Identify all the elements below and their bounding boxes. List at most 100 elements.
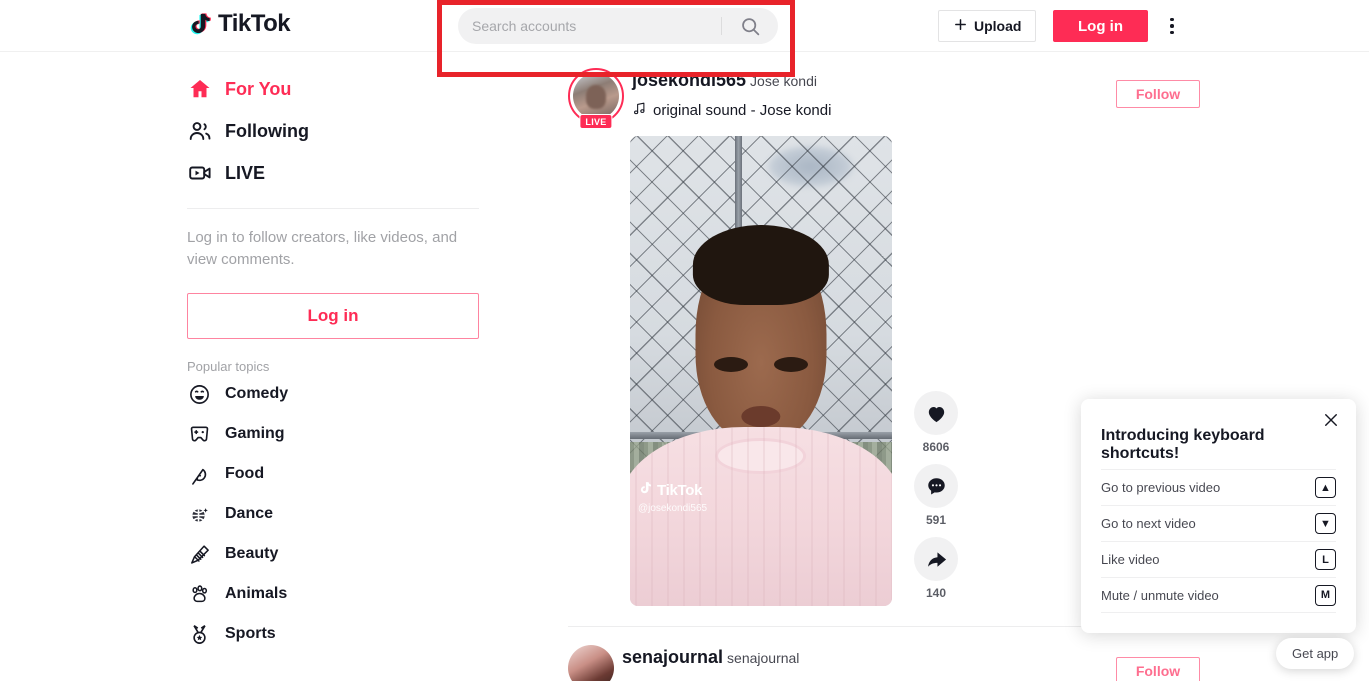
sidebar-item-following[interactable]: Following bbox=[187, 110, 479, 152]
shortcut-label: Go to previous video bbox=[1101, 480, 1221, 495]
logo-text: TikTok bbox=[218, 10, 291, 37]
tiktok-logo[interactable]: TikTok bbox=[187, 10, 291, 38]
shortcut-row: Mute / unmute video M bbox=[1101, 577, 1336, 613]
sound-title: original sound - Jose kondi bbox=[653, 102, 832, 119]
sidebar-item-for-you[interactable]: For You bbox=[187, 68, 479, 110]
topic-item-food[interactable]: Food bbox=[187, 454, 479, 494]
share-action[interactable]: 140 bbox=[914, 537, 958, 600]
post-header: senajournal senajournal Follow bbox=[568, 645, 1200, 681]
topic-label: Comedy bbox=[225, 385, 289, 402]
avatar-image bbox=[573, 73, 619, 119]
topic-label: Gaming bbox=[225, 425, 285, 442]
share-count: 140 bbox=[925, 586, 947, 600]
sidebar-login-button[interactable]: Log in bbox=[187, 293, 479, 339]
nickname: Jose kondi bbox=[750, 73, 817, 89]
topic-label: Animals bbox=[225, 585, 288, 602]
comment-action[interactable]: 591 bbox=[914, 464, 958, 527]
share-icon[interactable] bbox=[914, 537, 958, 581]
pizza-slice-icon bbox=[187, 462, 211, 486]
like-action[interactable]: 8606 bbox=[914, 391, 958, 454]
username: senajournal bbox=[622, 647, 724, 667]
laughing-face-icon bbox=[187, 382, 211, 406]
watermark-handle: @josekondi565 bbox=[638, 503, 708, 514]
topic-item-gaming[interactable]: Gaming bbox=[187, 414, 479, 454]
topic-item-animals[interactable]: Animals bbox=[187, 574, 479, 614]
people-icon bbox=[187, 118, 213, 144]
upload-label: Upload bbox=[974, 18, 1022, 34]
upload-button[interactable]: Upload bbox=[938, 10, 1037, 42]
heart-icon[interactable] bbox=[914, 391, 958, 435]
m-keycap: M bbox=[1315, 584, 1336, 606]
home-icon bbox=[187, 76, 213, 102]
sound-link[interactable]: original sound - Jose kondi bbox=[632, 101, 831, 120]
header-login-button[interactable]: Log in bbox=[1053, 10, 1148, 42]
music-note-icon bbox=[632, 101, 647, 120]
popular-topics-title: Popular topics bbox=[187, 359, 270, 374]
sidebar-item-label: Following bbox=[225, 120, 309, 141]
tiktok-web-page: TikTok Upload Log in bbox=[0, 0, 1369, 681]
sidebar-item-label: LIVE bbox=[225, 162, 266, 183]
get-app-button[interactable]: Get app bbox=[1276, 638, 1355, 669]
arrow-down-keycap: ▼ bbox=[1315, 513, 1336, 534]
topic-label: Beauty bbox=[225, 545, 279, 562]
sidebar-divider bbox=[187, 208, 479, 209]
like-count: 8606 bbox=[922, 440, 950, 454]
medal-icon bbox=[187, 622, 211, 646]
watermark-text: TikTok bbox=[657, 482, 703, 499]
keyboard-shortcuts-card: Introducing keyboard shortcuts! Go to pr… bbox=[1081, 399, 1356, 633]
follow-button[interactable]: Follow bbox=[1116, 80, 1200, 108]
comment-icon[interactable] bbox=[914, 464, 958, 508]
makeup-brush-icon bbox=[187, 542, 211, 566]
post-meta: senajournal senajournal bbox=[622, 645, 799, 668]
top-header: TikTok Upload Log in bbox=[0, 0, 1369, 52]
l-keycap: L bbox=[1315, 549, 1336, 570]
shortcut-label: Mute / unmute video bbox=[1101, 587, 1219, 603]
video-watermark: TikTok @josekondi565 bbox=[638, 480, 707, 514]
post-header: LIVE josekondi565 Jose kondi original sou… bbox=[568, 68, 1200, 129]
shortcut-row: Like video L bbox=[1101, 541, 1336, 577]
post-author[interactable]: senajournal senajournal bbox=[622, 647, 799, 668]
follow-button[interactable]: Follow bbox=[1116, 657, 1200, 681]
search-bar[interactable] bbox=[458, 8, 778, 44]
video-subject-eye-right bbox=[774, 356, 809, 372]
video-actions: 8606 591 140 bbox=[914, 391, 958, 606]
username: josekondi565 bbox=[632, 70, 747, 90]
topic-item-sports[interactable]: Sports bbox=[187, 614, 479, 654]
topic-item-dance[interactable]: Dance bbox=[187, 494, 479, 534]
tiktok-note-icon bbox=[638, 480, 653, 501]
video-subject-sweater bbox=[630, 427, 892, 606]
sidebar-item-live[interactable]: LIVE bbox=[187, 152, 479, 194]
video-subject-hair bbox=[692, 225, 830, 306]
post-meta: josekondi565 Jose kondi original sound - … bbox=[632, 68, 831, 120]
video-player[interactable]: TikTok @josekondi565 bbox=[630, 136, 892, 606]
paw-print-icon bbox=[187, 582, 211, 606]
shortcut-row: Go to previous video ▲ bbox=[1101, 469, 1336, 505]
video-subject-eye-left bbox=[713, 356, 748, 372]
search-input[interactable] bbox=[458, 18, 721, 34]
shortcut-label: Go to next video bbox=[1101, 516, 1196, 531]
topic-item-comedy[interactable]: Comedy bbox=[187, 374, 479, 414]
tiktok-note-icon bbox=[187, 10, 213, 38]
comment-count: 591 bbox=[925, 513, 947, 527]
disco-ball-icon bbox=[187, 502, 211, 526]
post-author[interactable]: josekondi565 Jose kondi bbox=[632, 70, 831, 91]
search-icon[interactable] bbox=[722, 8, 778, 44]
topic-label: Food bbox=[225, 465, 265, 482]
topic-label: Sports bbox=[225, 625, 276, 642]
arrow-up-keycap: ▲ bbox=[1315, 477, 1336, 498]
plus-icon bbox=[953, 17, 968, 35]
kebab-menu-icon[interactable] bbox=[1163, 12, 1181, 40]
left-sidebar: For You Following LIVE Log in to follow … bbox=[187, 68, 479, 654]
live-badge: LIVE bbox=[579, 114, 613, 129]
avatar[interactable]: LIVE bbox=[568, 68, 624, 129]
avatar[interactable] bbox=[568, 645, 614, 681]
login-prompt-text: Log in to follow creators, like videos, … bbox=[187, 229, 458, 268]
topic-item-beauty[interactable]: Beauty bbox=[187, 534, 479, 574]
live-video-icon bbox=[187, 160, 213, 186]
shortcut-label: Like video bbox=[1101, 552, 1160, 567]
keyboard-card-title: Introducing keyboard shortcuts! bbox=[1101, 427, 1265, 462]
gamepad-icon bbox=[187, 422, 211, 446]
nickname: senajournal bbox=[727, 650, 800, 666]
close-icon[interactable] bbox=[1322, 411, 1340, 429]
next-post-header: senajournal senajournal Follow bbox=[568, 645, 1200, 681]
